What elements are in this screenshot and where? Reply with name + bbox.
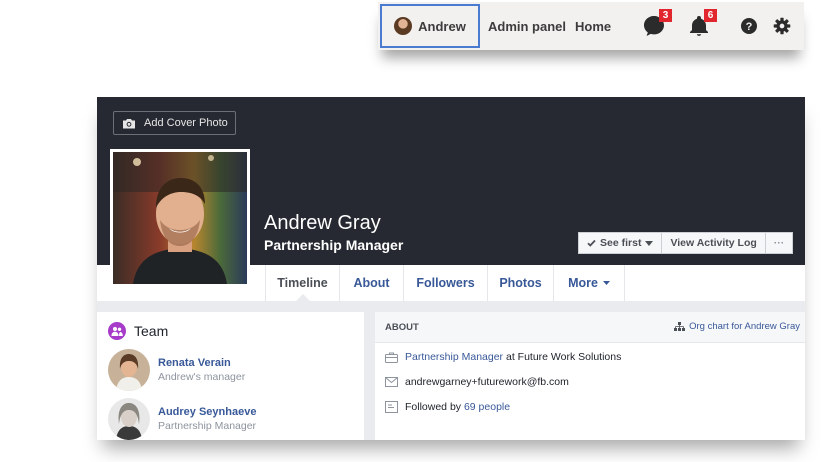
about-panel: ABOUT Org chart for Andrew Gray Partners… [375, 312, 805, 440]
org-chart-icon [674, 322, 686, 331]
avatar[interactable] [108, 398, 150, 440]
briefcase-icon [385, 352, 398, 363]
followed-by-text: Followed by [405, 401, 462, 413]
caret-down-icon [602, 281, 610, 285]
avatar[interactable] [108, 349, 150, 391]
org-chart-link[interactable]: Org chart for Andrew Gray [674, 321, 800, 332]
see-first-button[interactable]: See first [578, 232, 663, 254]
check-icon [587, 239, 596, 247]
help-button[interactable]: ? [735, 12, 763, 40]
tab-followers[interactable]: Followers [404, 265, 488, 301]
profile-job-title: Partnership Manager [264, 237, 404, 253]
svg-text:?: ? [746, 21, 753, 33]
team-title: Team [134, 323, 169, 339]
messages-badge: 3 [659, 9, 672, 22]
gear-icon [773, 17, 791, 35]
home-link[interactable]: Home [575, 2, 611, 50]
team-member-info: Audrey Seynhaeve Partnership Manager [158, 406, 256, 432]
team-member: Audrey Seynhaeve Partnership Manager [108, 398, 256, 440]
about-title: ABOUT [385, 322, 419, 333]
team-member: Renata Verain Andrew's manager [108, 349, 245, 391]
profile-picture[interactable] [110, 149, 250, 287]
see-first-label: See first [600, 237, 642, 249]
notifications-button[interactable]: 6 [685, 9, 717, 40]
settings-button[interactable] [768, 12, 796, 40]
about-email-row: andrewgarney+futurework@fb.com [385, 376, 569, 388]
org-chart-label: Org chart for Andrew Gray [689, 321, 800, 332]
camera-icon [123, 118, 135, 128]
top-nav-bar: Andrew Admin panel Home 3 6 ? [378, 2, 804, 50]
team-member-info: Renata Verain Andrew's manager [158, 357, 245, 383]
user-profile-link[interactable]: Andrew [380, 4, 480, 48]
profile-page: Add Cover Photo Andrew Gray Partnership … [97, 97, 805, 440]
followers-icon [385, 401, 398, 413]
admin-panel-link[interactable]: Admin panel [488, 2, 566, 50]
team-panel: Team Renata Verain Andrew's manager Audr… [97, 312, 364, 440]
tab-more-label: More [568, 276, 598, 290]
profile-name: Andrew Gray [264, 212, 381, 234]
tab-more[interactable]: More [554, 265, 625, 301]
team-member-name[interactable]: Renata Verain [158, 357, 245, 369]
tab-about[interactable]: About [340, 265, 404, 301]
team-member-name[interactable]: Audrey Seynhaeve [158, 406, 256, 418]
user-avatar [394, 17, 413, 35]
notifications-badge: 6 [704, 9, 717, 22]
add-cover-photo-button[interactable]: Add Cover Photo [113, 111, 236, 135]
add-cover-photo-label: Add Cover Photo [144, 117, 228, 129]
about-work-row: Partnership Manager at Future Work Solut… [385, 351, 621, 363]
question-icon: ? [741, 18, 757, 34]
caret-down-icon [645, 240, 654, 246]
about-header: ABOUT Org chart for Andrew Gray [375, 312, 805, 343]
user-name: Andrew [418, 18, 466, 34]
tab-photos[interactable]: Photos [488, 265, 554, 301]
followers-count-link[interactable]: 69 people [464, 401, 510, 413]
email-address: andrewgarney+futurework@fb.com [405, 376, 569, 388]
view-activity-log-button[interactable]: View Activity Log [661, 232, 766, 254]
profile-actions: See first View Activity Log ··· [578, 232, 794, 254]
work-role-link[interactable]: Partnership Manager [405, 351, 503, 363]
team-header: Team [108, 322, 168, 340]
profile-photo [113, 152, 247, 284]
team-member-role: Andrew's manager [158, 371, 246, 383]
messages-button[interactable]: 3 [640, 9, 672, 40]
team-member-role: Partnership Manager [158, 420, 257, 432]
active-tab-indicator [296, 294, 310, 301]
work-company: at Future Work Solutions [505, 351, 622, 363]
team-icon [108, 322, 126, 340]
about-followers-row: Followed by 69 people [385, 401, 510, 413]
envelope-icon [385, 377, 398, 387]
more-options-button[interactable]: ··· [764, 232, 794, 254]
